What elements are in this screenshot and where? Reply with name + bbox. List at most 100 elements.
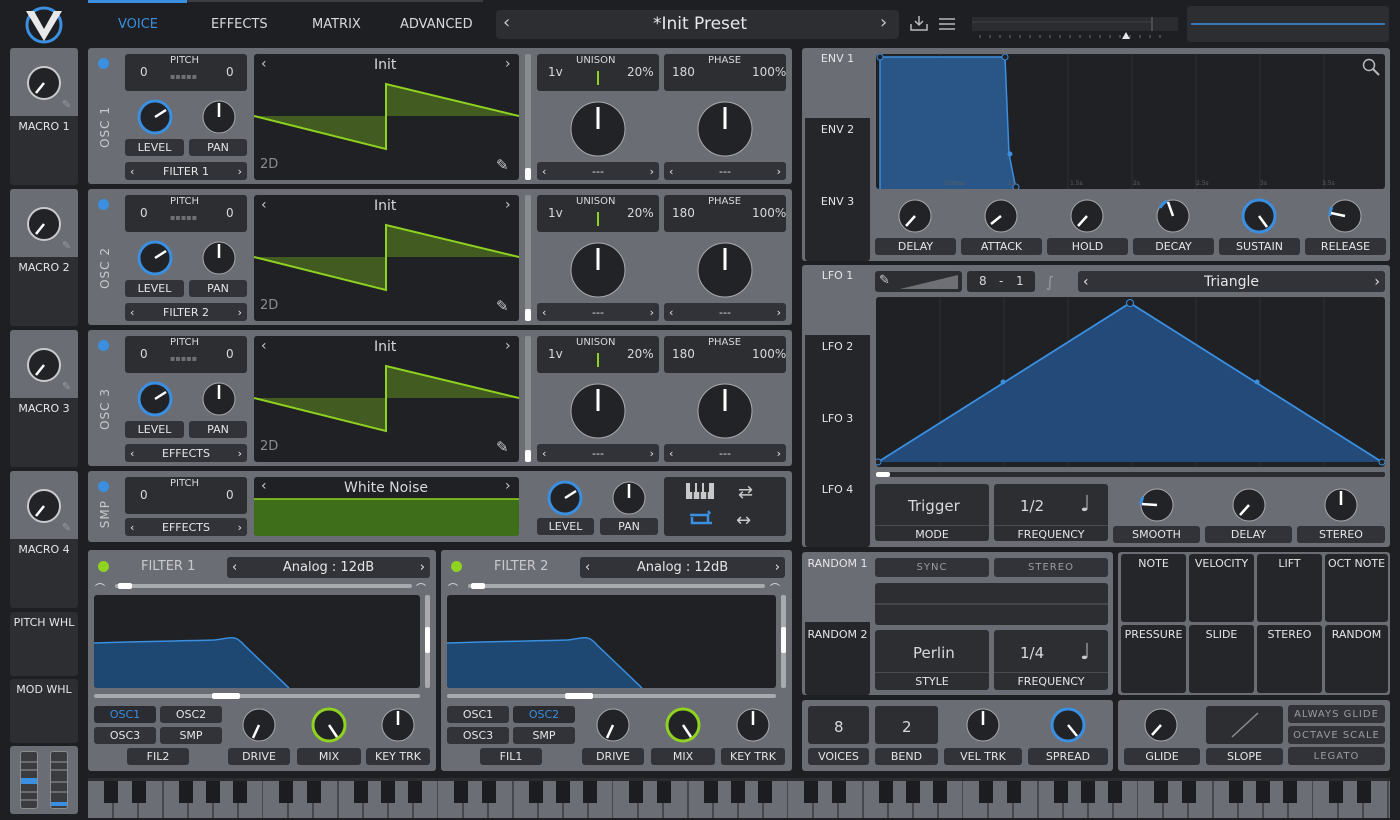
env-release-knob[interactable] bbox=[1325, 196, 1365, 236]
osc-2-unison-select[interactable]: ‹ --- › bbox=[537, 303, 659, 321]
sampler-destination[interactable]: ‹ EFFECTS › bbox=[125, 518, 247, 536]
osc-3-unison-voices[interactable]: 1v bbox=[548, 347, 563, 361]
env-tab-3-label[interactable]: ENV 3 bbox=[805, 195, 870, 208]
sampler-level-knob[interactable] bbox=[545, 478, 585, 518]
always-glide-button[interactable]: ALWAYS GLIDE bbox=[1288, 705, 1385, 723]
preset-prev-icon[interactable]: ‹ bbox=[503, 12, 510, 33]
osc-3-phase-knob[interactable] bbox=[695, 381, 755, 441]
env-zoom-icon[interactable] bbox=[1362, 58, 1380, 80]
filter-1-cutoff-slider[interactable] bbox=[94, 693, 420, 699]
sampler-prev-icon[interactable]: ‹ bbox=[261, 478, 267, 494]
osc-1-destination[interactable]: ‹ FILTER 1 › bbox=[125, 162, 247, 180]
osc-2-dimension[interactable]: 2D bbox=[260, 298, 278, 313]
osc-1-unison-knob[interactable] bbox=[568, 99, 628, 159]
osc-3-unison-detune[interactable]: 20% bbox=[627, 347, 654, 361]
lfo-stereo-knob[interactable] bbox=[1321, 485, 1361, 525]
menu-icon[interactable] bbox=[938, 16, 956, 35]
osc-2-destination[interactable]: ‹ FILTER 2 › bbox=[125, 303, 247, 321]
lfo-mode-value[interactable]: Trigger bbox=[908, 497, 960, 515]
macro-2-edit-icon[interactable]: ✎ bbox=[62, 239, 71, 252]
macro-4-edit-icon[interactable]: ✎ bbox=[62, 521, 71, 534]
envelope-graph[interactable] bbox=[876, 54, 1385, 189]
osc-1-wavetable-name[interactable]: Init bbox=[374, 57, 396, 73]
lfo-grid-left[interactable]: 8 bbox=[979, 274, 987, 288]
osc-3-unison-select[interactable]: ‹ --- › bbox=[537, 444, 659, 462]
tab-advanced[interactable]: ADVANCED bbox=[400, 17, 473, 32]
filter-1-input-osc2[interactable]: OSC2 bbox=[160, 706, 222, 723]
sampler-next-icon[interactable]: › bbox=[505, 478, 511, 494]
spread-knob[interactable] bbox=[1048, 705, 1088, 745]
osc-3-wavetable-name[interactable]: Init bbox=[374, 339, 396, 355]
bend-value[interactable]: 2 bbox=[902, 718, 912, 736]
random-sync-button[interactable]: SYNC bbox=[875, 558, 989, 577]
osc-3-dimension[interactable]: 2D bbox=[260, 439, 278, 454]
osc-1-dimension[interactable]: 2D bbox=[260, 157, 278, 172]
filter-2-mix-knob[interactable] bbox=[663, 705, 703, 745]
random-tab-2-label[interactable]: RANDOM 2 bbox=[805, 628, 870, 641]
osc-3-level-knob[interactable] bbox=[135, 379, 175, 419]
osc-1-phase-value[interactable]: 180 bbox=[672, 65, 695, 79]
filter-1-input-smp[interactable]: SMP bbox=[160, 727, 222, 744]
osc-1-prev-icon[interactable]: ‹ bbox=[261, 56, 267, 72]
lfo-tab-4-label[interactable]: LFO 4 bbox=[805, 483, 870, 496]
macro-3-knob[interactable] bbox=[24, 345, 64, 385]
filter-1-input-osc3[interactable]: OSC3 bbox=[94, 727, 156, 744]
lfo-grid-right[interactable]: 1 bbox=[1016, 274, 1024, 288]
osc-2-next-icon[interactable]: › bbox=[505, 197, 511, 213]
filter-1-enable-toggle[interactable] bbox=[98, 561, 109, 572]
osc-2-level-knob[interactable] bbox=[135, 238, 175, 278]
macro-2-knob[interactable] bbox=[24, 204, 64, 244]
osc-2-unison-detune[interactable]: 20% bbox=[627, 206, 654, 220]
lfo-shape-select[interactable]: ‹ Triangle › bbox=[1078, 271, 1385, 292]
filter-1-blend-slider[interactable] bbox=[115, 583, 412, 589]
preset-name[interactable]: *Init Preset bbox=[640, 14, 760, 34]
osc-2-unison-voices[interactable]: 1v bbox=[548, 206, 563, 220]
osc-2-frame-slider[interactable] bbox=[525, 195, 531, 321]
save-icon[interactable] bbox=[910, 15, 928, 35]
filter-2-enable-toggle[interactable] bbox=[451, 561, 462, 572]
macro-3-edit-icon[interactable]: ✎ bbox=[62, 380, 71, 393]
osc-3-phase-random[interactable]: 100% bbox=[752, 347, 786, 361]
filter-2-input-osc3[interactable]: OSC3 bbox=[447, 727, 509, 744]
filter-2-cutoff-slider[interactable] bbox=[447, 693, 776, 699]
osc-2-wavetable-name[interactable]: Init bbox=[374, 198, 396, 214]
keyboard-keys[interactable] bbox=[88, 778, 1390, 818]
lfo-paint-icon[interactable]: ✎ bbox=[879, 273, 890, 288]
osc-1-level-knob[interactable] bbox=[135, 97, 175, 137]
tab-voice[interactable]: VOICE bbox=[118, 17, 158, 32]
osc-2-phase-select[interactable]: ‹ --- › bbox=[664, 303, 786, 321]
lfo-graph[interactable] bbox=[876, 297, 1385, 467]
legato-button[interactable]: LEGATO bbox=[1288, 747, 1385, 765]
random-tempo-sync-icon[interactable]: ♩ bbox=[1080, 640, 1090, 665]
glide-knob[interactable] bbox=[1141, 705, 1181, 745]
random-phase-icon[interactable]: ⇄ bbox=[738, 482, 753, 503]
loop-icon[interactable] bbox=[686, 510, 714, 532]
tab-matrix[interactable]: MATRIX bbox=[312, 17, 361, 32]
sampler-pitch-left[interactable]: 0 bbox=[140, 488, 148, 502]
osc-3-phase-value[interactable]: 180 bbox=[672, 347, 695, 361]
env-delay-knob[interactable] bbox=[895, 196, 935, 236]
filter-2-input-osc2[interactable]: OSC2 bbox=[513, 706, 575, 723]
sampler-sample-name[interactable]: White Noise bbox=[344, 480, 428, 496]
osc-3-unison-knob[interactable] bbox=[568, 381, 628, 441]
filter-2-model[interactable]: ‹ Analog : 12dB › bbox=[580, 557, 785, 578]
osc-1-phase-knob[interactable] bbox=[695, 99, 755, 159]
filter-2-response[interactable] bbox=[447, 595, 776, 688]
osc-2-prev-icon[interactable]: ‹ bbox=[261, 197, 267, 213]
osc-2-phase-knob[interactable] bbox=[695, 240, 755, 300]
osc-1-next-icon[interactable]: › bbox=[505, 56, 511, 72]
filter-2-input-osc1[interactable]: OSC1 bbox=[447, 706, 509, 723]
bounce-icon[interactable]: ↔ bbox=[736, 510, 751, 531]
macro-1-edit-icon[interactable]: ✎ bbox=[62, 98, 71, 111]
osc-3-prev-icon[interactable]: ‹ bbox=[261, 338, 267, 354]
filter-1-res-slider[interactable] bbox=[425, 595, 430, 688]
filter-1-input-fil2[interactable]: FIL2 bbox=[127, 748, 189, 765]
vital-logo-icon[interactable] bbox=[22, 5, 66, 45]
osc-1-phase-select[interactable]: ‹ --- › bbox=[664, 162, 786, 180]
filter-2-res-slider[interactable] bbox=[781, 595, 786, 688]
lfo-tab-2-label[interactable]: LFO 2 bbox=[805, 340, 870, 353]
lfo-tempo-sync-icon[interactable]: ♩ bbox=[1080, 492, 1090, 517]
env-attack-knob[interactable] bbox=[981, 196, 1021, 236]
lfo-frequency-value[interactable]: 1/2 bbox=[1020, 497, 1044, 515]
pitch-wheel-control[interactable] bbox=[20, 751, 38, 809]
